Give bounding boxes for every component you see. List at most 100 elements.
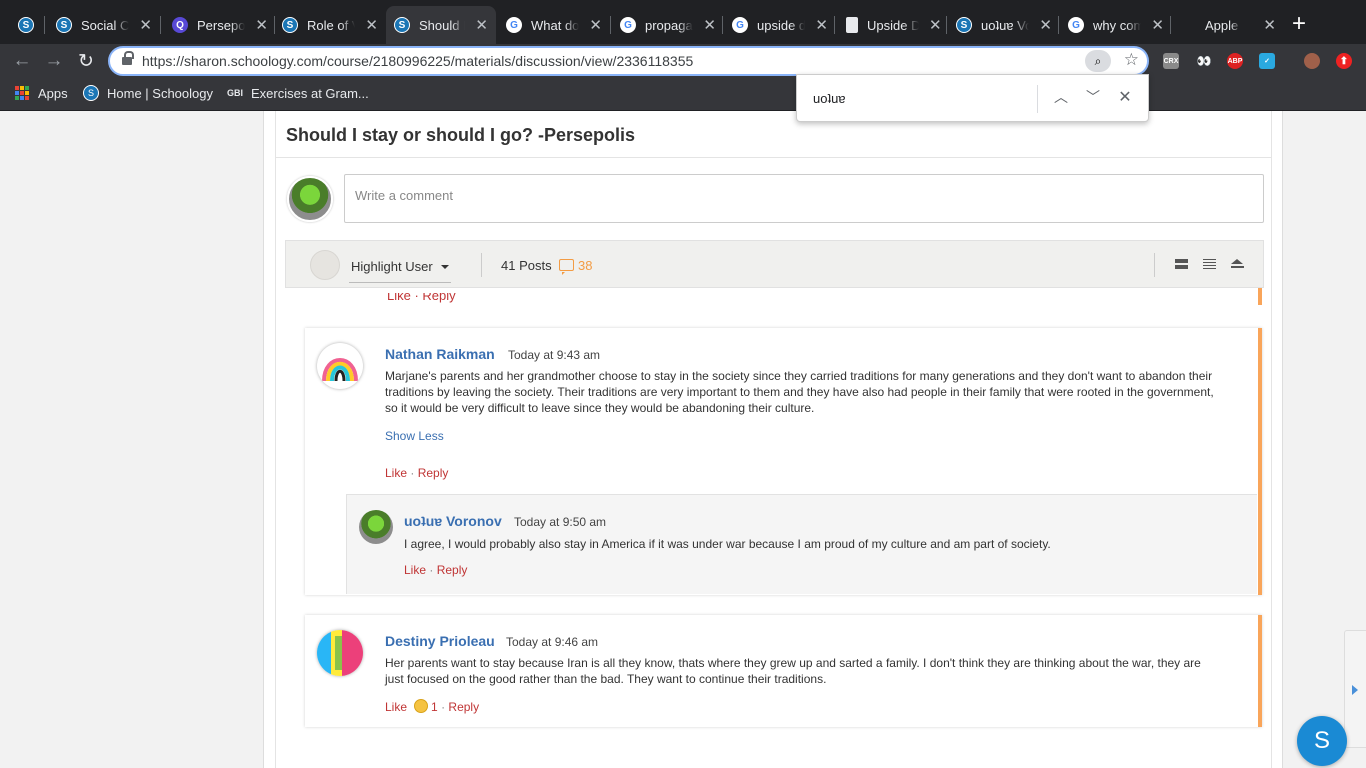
adblock-plus-icon[interactable]: ABP <box>1227 53 1243 69</box>
like-link[interactable]: Like <box>385 466 407 480</box>
tab-extension-icon[interactable]: ✓ <box>1259 53 1275 69</box>
reply-author-name-link[interactable]: uoʇuɐ Voronov <box>404 513 502 529</box>
apps-grid-icon <box>14 85 30 101</box>
bookmark-star-icon[interactable]: ☆ <box>1124 50 1139 70</box>
tab-role[interactable]: S Role of V ✕ <box>274 6 386 44</box>
list-view-icon[interactable] <box>1203 259 1216 271</box>
post-actions: Like 1 · Reply <box>385 699 480 714</box>
tab-upside-d-doc[interactable]: Upside D ✕ <box>838 6 950 44</box>
find-close-button[interactable]: ✕ <box>1115 87 1135 107</box>
url-text: https://sharon.schoology.com/course/2180… <box>142 53 694 69</box>
schoology-icon: S <box>18 17 34 33</box>
tab-what-do[interactable]: G What do ✕ <box>498 6 610 44</box>
reply-actions: Like · Reply <box>404 563 468 577</box>
schoology-icon: S <box>394 17 410 33</box>
show-less-link[interactable]: Show Less <box>385 429 444 443</box>
tab-propaganda[interactable]: G propaga ✕ <box>612 6 724 44</box>
bookmark-apps[interactable]: Apps <box>14 85 68 101</box>
reply-link[interactable]: Reply <box>418 466 449 480</box>
find-bar: uoʇuɐ ︿ ﹀ ✕ <box>796 74 1149 122</box>
reload-button[interactable]: ↻ <box>73 48 99 74</box>
address-bar[interactable]: https://sharon.schoology.com/course/2180… <box>108 46 1149 76</box>
bookmark-home-schoology[interactable]: S Home | Schoology <box>83 85 213 101</box>
find-next-button[interactable]: ﹀ <box>1083 87 1103 107</box>
find-in-page-icon[interactable]: ⌕ <box>1085 50 1111 72</box>
side-panel-toggle[interactable] <box>1344 630 1366 748</box>
discussion-inner: Should I stay or should I go? -Persepoli… <box>275 111 1272 768</box>
back-button[interactable]: ← <box>9 48 35 74</box>
tab-title: Role of V <box>307 17 356 33</box>
tab-anton-v[interactable]: S uoʇuɐ Vo ✕ <box>948 6 1060 44</box>
schoology-icon: S <box>83 85 99 101</box>
reply-author-avatar[interactable] <box>359 510 393 544</box>
gbi-icon: GBI <box>227 88 244 98</box>
author-name-link[interactable]: Nathan Raikman <box>385 346 495 362</box>
owl-extension-icon[interactable]: 👀 <box>1196 53 1212 69</box>
tab-pinned[interactable]: S <box>10 6 42 44</box>
previous-post-fragment: Like · Reply <box>305 288 1262 305</box>
post-body: Her parents want to stay because Iran is… <box>385 656 1201 686</box>
bookmark-grammar[interactable]: GBI Exercises at Gram... <box>227 85 369 101</box>
close-icon[interactable]: ✕ <box>255 16 268 34</box>
tab-upside-d-google[interactable]: G upside d ✕ <box>724 6 836 44</box>
tab-social[interactable]: S Social Ci ✕ <box>48 6 160 44</box>
author-avatar[interactable] <box>317 343 363 389</box>
close-icon[interactable]: ✕ <box>815 16 828 34</box>
close-icon[interactable]: ✕ <box>475 16 488 34</box>
page-content: Should I stay or should I go? -Persepoli… <box>0 111 1366 768</box>
close-icon[interactable]: ✕ <box>1151 16 1164 34</box>
bookmark-label: Apps <box>38 85 68 101</box>
close-icon[interactable]: ✕ <box>703 16 716 34</box>
close-icon[interactable]: ✕ <box>1039 16 1052 34</box>
google-icon: G <box>620 17 636 33</box>
post-actions: Like · Reply <box>385 466 449 480</box>
close-icon[interactable]: ✕ <box>589 16 602 34</box>
google-icon: G <box>1068 17 1084 33</box>
find-previous-button[interactable]: ︿ <box>1051 87 1071 107</box>
tab-title: uoʇuɐ Vo <box>981 17 1030 33</box>
new-tab-button[interactable]: + <box>1292 12 1306 36</box>
close-icon[interactable]: ✕ <box>139 16 152 34</box>
tab-title: Upside D <box>867 17 919 33</box>
lock-icon <box>122 51 134 66</box>
profile-avatar[interactable] <box>1304 53 1320 69</box>
posts-count: 41 Posts <box>501 258 552 273</box>
upload-extension-icon[interactable]: ⬆ <box>1336 53 1352 69</box>
tab-persepolis[interactable]: Q Persepol ✕ <box>164 6 276 44</box>
comment-input[interactable]: Write a comment <box>344 174 1264 223</box>
like-count[interactable]: 1 <box>431 700 438 714</box>
previous-post-actions[interactable]: Like · Reply <box>387 293 456 303</box>
author-name-link[interactable]: Destiny Prioleau <box>385 633 495 649</box>
forward-button[interactable]: → <box>41 48 67 74</box>
post-timestamp: Today at 9:43 am <box>508 348 601 362</box>
like-link[interactable]: Like <box>404 563 426 577</box>
reply-body: I agree, I would probably also stay in A… <box>404 537 1051 551</box>
schoology-chat-button[interactable]: S <box>1297 716 1347 766</box>
like-link[interactable]: Like <box>385 700 407 714</box>
tab-title: why com <box>1093 17 1142 33</box>
tab-strip: S S Social Ci ✕ Q Persepol ✕ S Role of V… <box>0 0 1366 44</box>
tab-why-com[interactable]: G why com ✕ <box>1060 6 1172 44</box>
collapse-view-icon[interactable] <box>1231 259 1244 271</box>
tab-apple[interactable]: Apple ✕ <box>1172 6 1284 44</box>
bookmark-label: Home | Schoology <box>107 85 213 101</box>
tab-title: upside d <box>757 17 806 33</box>
find-input[interactable]: uoʇuɐ <box>813 91 846 106</box>
discussion-filter-bar: Highlight User 41 Posts 38 <box>285 240 1264 288</box>
close-icon[interactable]: ✕ <box>365 16 378 34</box>
tab-should-i-active[interactable]: S Should I ✕ <box>386 6 496 44</box>
reply-thread: uoʇuɐ Voronov Today at 9:50 am I agree, … <box>346 494 1257 594</box>
reply-link[interactable]: Reply <box>437 563 468 577</box>
expanded-view-icon[interactable] <box>1175 259 1188 271</box>
highlight-user-dropdown[interactable]: Highlight User <box>351 259 433 274</box>
author-avatar[interactable] <box>317 630 363 676</box>
chevron-down-icon[interactable] <box>441 265 449 269</box>
google-icon: G <box>732 17 748 33</box>
bookmarks-bar: Apps S Home | Schoology GBI Exercises at… <box>0 78 1366 111</box>
chevron-right-icon <box>1352 685 1358 695</box>
crx-extension-icon[interactable]: CRX <box>1163 53 1179 69</box>
reply-link[interactable]: Reply <box>448 700 479 714</box>
page-title: Should I stay or should I go? -Persepoli… <box>286 125 636 145</box>
close-icon[interactable]: ✕ <box>1263 16 1276 34</box>
close-icon[interactable]: ✕ <box>929 16 942 34</box>
